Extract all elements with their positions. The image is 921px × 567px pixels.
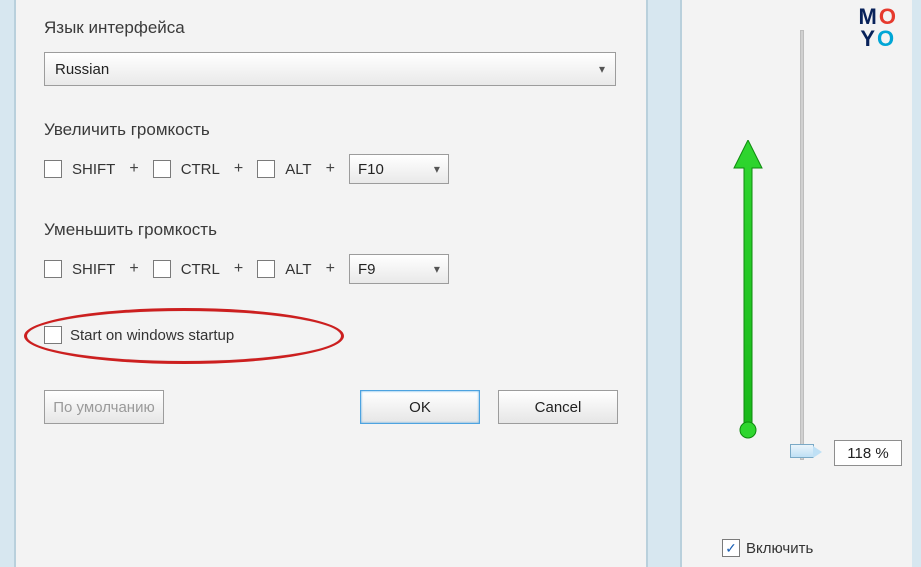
ctrl-label: CTRL bbox=[181, 261, 220, 278]
increase-ctrl-checkbox[interactable] bbox=[153, 160, 171, 178]
plus-icon: + bbox=[326, 260, 335, 278]
startup-checkbox[interactable] bbox=[44, 326, 62, 344]
increase-alt-checkbox[interactable] bbox=[257, 160, 275, 178]
increase-hotkey-row: SHIFT + CTRL + ALT + F10 ▾ bbox=[44, 154, 618, 184]
default-button[interactable]: По умолчанию bbox=[44, 390, 164, 424]
annotation-arrow-up bbox=[730, 140, 766, 440]
enable-label: Включить bbox=[746, 540, 813, 557]
alt-label: ALT bbox=[285, 261, 311, 278]
language-label: Язык интерфейса bbox=[44, 18, 618, 38]
enable-row: Включить bbox=[722, 539, 813, 557]
volume-percent-box[interactable]: 118 % bbox=[834, 440, 902, 466]
shift-label: SHIFT bbox=[72, 261, 115, 278]
increase-key-select[interactable]: F10 ▾ bbox=[349, 154, 449, 184]
plus-icon: + bbox=[129, 160, 138, 178]
language-select[interactable]: Russian ▾ bbox=[44, 52, 616, 86]
decrease-alt-checkbox[interactable] bbox=[257, 260, 275, 278]
dialog-buttons: По умолчанию OK Cancel bbox=[44, 390, 618, 424]
chevron-down-icon: ▾ bbox=[434, 262, 440, 276]
decrease-volume-label: Уменьшить громкость bbox=[44, 220, 618, 240]
startup-label: Start on windows startup bbox=[70, 327, 234, 344]
decrease-ctrl-checkbox[interactable] bbox=[153, 260, 171, 278]
alt-label: ALT bbox=[285, 161, 311, 178]
decrease-key-select[interactable]: F9 ▾ bbox=[349, 254, 449, 284]
chevron-down-icon: ▾ bbox=[434, 162, 440, 176]
ok-button[interactable]: OK bbox=[360, 390, 480, 424]
decrease-shift-checkbox[interactable] bbox=[44, 260, 62, 278]
shift-label: SHIFT bbox=[72, 161, 115, 178]
enable-checkbox[interactable] bbox=[722, 539, 740, 557]
increase-volume-label: Увеличить громкость bbox=[44, 120, 618, 140]
volume-slider-thumb[interactable] bbox=[790, 444, 814, 458]
increase-key-value: F10 bbox=[358, 161, 384, 178]
plus-icon: + bbox=[129, 260, 138, 278]
decrease-key-value: F9 bbox=[358, 261, 376, 278]
plus-icon: + bbox=[234, 160, 243, 178]
chevron-down-icon: ▾ bbox=[599, 62, 605, 76]
decrease-hotkey-row: SHIFT + CTRL + ALT + F9 ▾ bbox=[44, 254, 618, 284]
moyo-logo: MO YO bbox=[859, 6, 898, 50]
ctrl-label: CTRL bbox=[181, 161, 220, 178]
cancel-button[interactable]: Cancel bbox=[498, 390, 618, 424]
volume-panel: MO YO 118 % Включить bbox=[680, 0, 912, 567]
language-value: Russian bbox=[55, 61, 109, 78]
plus-icon: + bbox=[326, 160, 335, 178]
settings-panel: Язык интерфейса Russian ▾ Увеличить гром… bbox=[14, 0, 648, 567]
volume-slider-track[interactable] bbox=[800, 30, 804, 460]
increase-shift-checkbox[interactable] bbox=[44, 160, 62, 178]
plus-icon: + bbox=[234, 260, 243, 278]
startup-row: Start on windows startup bbox=[44, 320, 618, 350]
